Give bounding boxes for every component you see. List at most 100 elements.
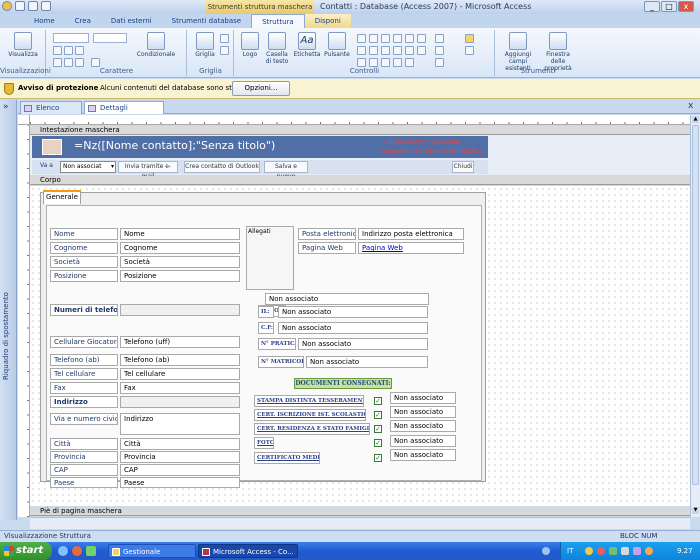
section-bar-body[interactable]: Corpo [30,176,690,185]
tab-control[interactable]: Generale Nome Nome Cognome Cognome Socie… [40,190,486,488]
section-bar-footer[interactable]: Piè di pagina maschera [30,507,690,516]
field-tel-cellulare[interactable]: Tel cellulare [120,368,240,380]
line-thickness-icon[interactable] [220,46,229,55]
label-posta-elettronica[interactable]: Posta elettronica [298,228,356,240]
chevron-down-icon[interactable]: ▾ [111,162,114,172]
align-left-icon[interactable] [53,58,62,67]
tray-icon-1[interactable] [585,547,593,555]
save-icon[interactable] [15,1,25,11]
font-name-select[interactable] [53,33,89,43]
attachment-icon[interactable] [357,58,366,67]
field-provincia[interactable]: Provincia [120,451,240,463]
tab-crea[interactable]: Crea [65,14,101,28]
pulsante-button[interactable]: Pulsante [323,32,351,58]
line-type-icon[interactable] [435,46,444,55]
field-email[interactable]: Indirizzo posta elettronica [358,228,464,240]
tray-icon-2[interactable] [597,547,605,555]
label-n-pratica[interactable]: N° PRATICA [258,338,296,350]
option-group-icon[interactable] [381,34,390,43]
griglia-button[interactable]: Griglia [192,32,218,58]
address-header-box[interactable] [120,396,240,408]
undo-icon[interactable] [28,1,38,11]
label-cf[interactable]: C.F: [258,322,274,334]
label-fax[interactable]: Fax [50,382,118,394]
combo-box-icon[interactable] [405,34,414,43]
vai-a-combo[interactable]: Non associat ▾ [60,161,116,173]
select-objects-icon[interactable] [465,34,474,43]
tray-icon-3[interactable] [609,547,617,555]
tab-dati-esterni[interactable]: Dati esterni [101,14,162,28]
label-societa[interactable]: Società [50,256,118,268]
scroll-up-icon[interactable]: ▲ [692,116,699,123]
navigation-pane[interactable]: » Riquadro di spostamento [0,100,17,520]
field-societa[interactable]: Società [120,256,240,268]
scroll-down-icon[interactable]: ▼ [692,507,699,514]
field-pagina-web[interactable]: Pagina Web [358,242,464,254]
checkbox-cert-residenza[interactable]: ✓ [374,425,382,433]
insert-page-break-icon[interactable] [393,34,402,43]
list-box-icon[interactable] [381,46,390,55]
field-citta[interactable]: Città [120,438,240,450]
label-cert-residenza[interactable]: CERT. RESIDENZA E STATO FAMIGLIA [254,423,370,435]
office-button-icon[interactable] [2,1,12,11]
label-cellulare-giocatore[interactable]: Cellulare Giocatore [50,336,118,348]
duplicate-check-formula[interactable]: =IIf(DCount("*";"[Contatti extended]";"[… [382,138,486,158]
finestra-proprieta-button[interactable]: Finestra delle proprietà [538,32,578,72]
task-gestionale[interactable]: Gestionale [108,544,196,558]
aggiungi-campi-button[interactable]: Aggiungi campi esistenti [498,32,538,72]
field-certificato-medico[interactable]: Non associato [390,449,456,461]
minimize-icon[interactable]: _ [644,1,660,12]
visualizza-button[interactable]: Visualizza [6,32,40,58]
firefox-icon[interactable] [72,546,82,556]
label-nome[interactable]: Nome [50,228,118,240]
close-document-icon[interactable]: x [688,101,693,111]
field-telefono-uff[interactable]: Telefono (uff) [120,336,240,348]
field-nome[interactable]: Nome [120,228,240,240]
section-bar-header[interactable]: Intestazione maschera [30,126,690,135]
bound-object-icon[interactable] [393,58,402,67]
condizionale-button[interactable]: Condizionale [131,32,181,58]
doctab-elenco-contatti[interactable]: Elenco contatti [20,101,82,125]
field-cognome[interactable]: Cognome [120,242,240,254]
search-icon[interactable] [542,547,550,555]
label-via[interactable]: Via e numero civico [50,413,118,425]
rectangle-icon[interactable] [393,46,402,55]
language-indicator[interactable]: IT [567,542,573,560]
checkbox-foto[interactable]: ✓ [374,439,382,447]
line-color-icon[interactable] [435,34,444,43]
label-foto[interactable]: FOTO [254,437,274,449]
label-stampa-distinta[interactable]: STAMPA DISTINTA TESSERAMENTO [254,395,364,407]
etichetta-button[interactable]: Aa Etichetta [293,32,321,58]
label-citta[interactable]: Città [50,438,118,450]
align-center-icon[interactable] [64,58,73,67]
checkbox-cert-iscrizione[interactable]: ✓ [374,411,382,419]
attachments-control[interactable]: Allegati [246,226,294,290]
redo-icon[interactable] [41,1,51,11]
align-right-icon[interactable] [75,58,84,67]
save-new-button[interactable]: Salva e nuovo [264,161,308,180]
tab-generale[interactable]: Generale [43,190,81,204]
scroll-thumb[interactable] [692,125,699,485]
tab-home[interactable]: Home [24,14,65,28]
label-certificato-medico[interactable]: CERTIFICATO MEDICO [254,452,320,464]
label-cap[interactable]: CAP [50,464,118,476]
special-effects-icon[interactable] [435,58,444,67]
bold-icon[interactable] [53,46,62,55]
contact-picture[interactable] [42,139,62,155]
field-fax[interactable]: Fax [120,382,240,394]
border-icon[interactable] [220,34,229,43]
unbound-object-icon[interactable] [417,46,426,55]
show-desktop-icon[interactable] [86,546,96,556]
checkbox-certificato-medico[interactable]: ✓ [374,454,382,462]
field-posizione[interactable]: Posizione [120,270,240,282]
outlook-contact-button[interactable]: Crea contatto di Outlook [184,161,260,173]
field-stampa-distinta[interactable]: Non associato [390,392,456,404]
hyperlink-icon[interactable] [369,34,378,43]
label-indirizzo-header[interactable]: Indirizzo [50,396,118,408]
clock[interactable]: 9.27 [677,542,693,560]
field-telefono-ab[interactable]: Telefono (ab) [120,354,240,366]
toggle-button-icon[interactable] [369,46,378,55]
label-cognome[interactable]: Cognome [50,242,118,254]
tab-disponi[interactable]: Disponi [304,14,351,28]
logo-button[interactable]: Logo [239,32,261,58]
